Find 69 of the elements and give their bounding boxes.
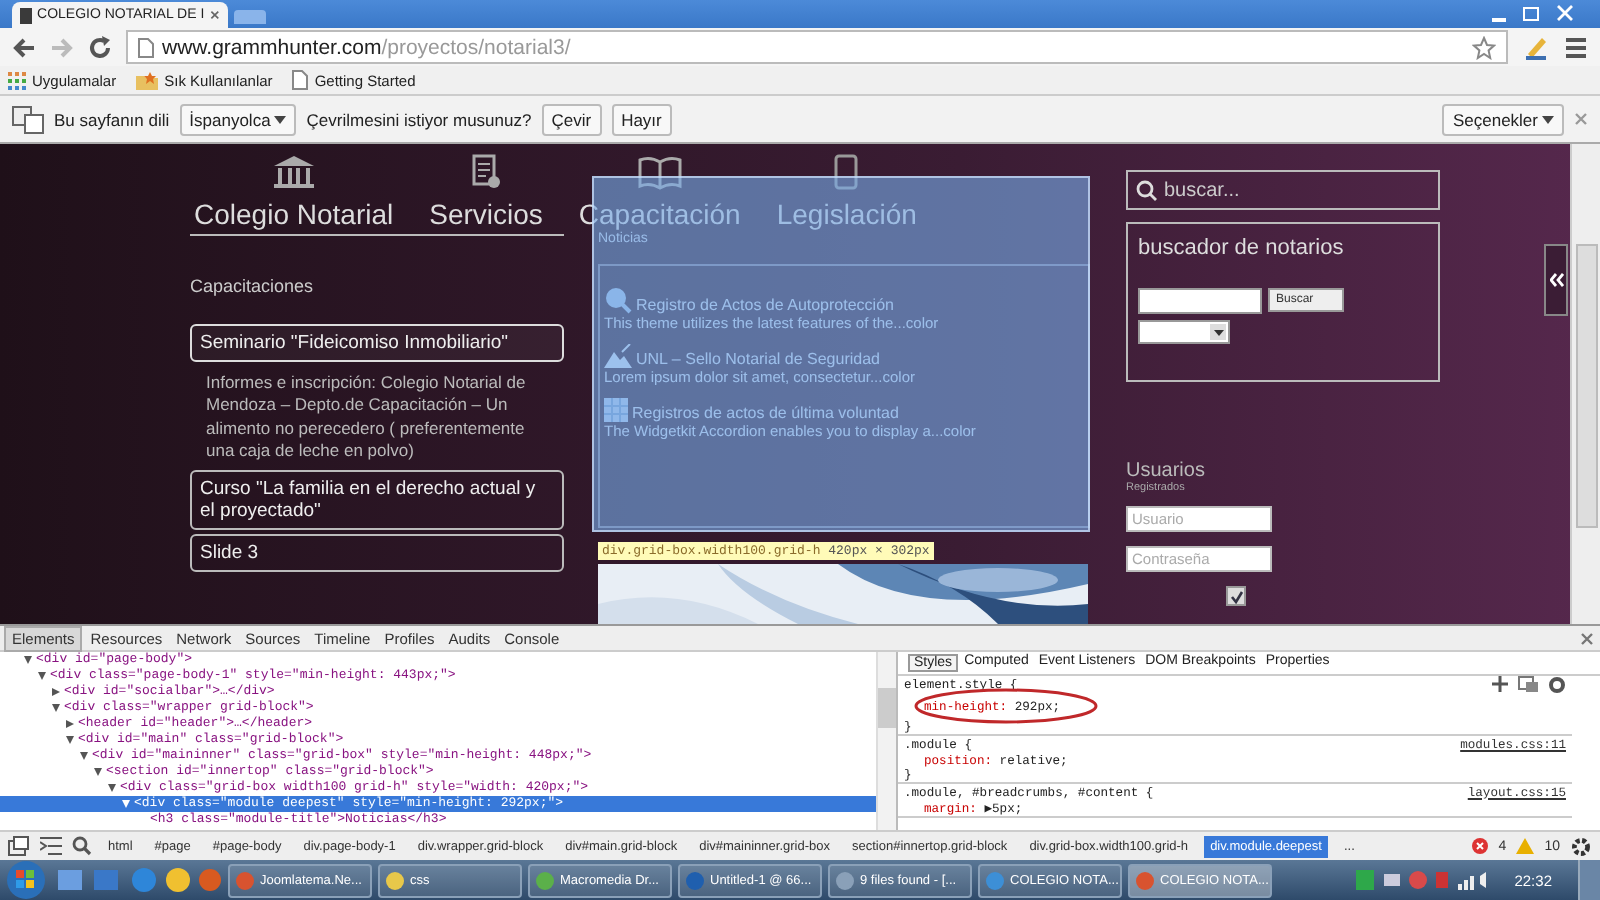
- extension-icon[interactable]: [1522, 33, 1550, 61]
- collapse-tab[interactable]: [1544, 244, 1568, 316]
- start-button[interactable]: [4, 860, 48, 900]
- sidebar-title: Capacitaciones: [190, 276, 316, 296]
- finder-title: buscador de notarios: [1138, 236, 1346, 260]
- add-icon[interactable]: [1492, 676, 1508, 692]
- building-icon: [271, 154, 316, 190]
- settings-icon[interactable]: [1570, 835, 1592, 857]
- scrollbar[interactable]: [1570, 144, 1600, 624]
- apps-grid-icon: [8, 71, 26, 89]
- select-dropdown[interactable]: [1138, 320, 1230, 344]
- translate-button[interactable]: Çevir: [541, 103, 602, 135]
- translate-button[interactable]: Hayır: [611, 103, 672, 135]
- star-icon[interactable]: [1472, 35, 1496, 59]
- console-drawer-icon[interactable]: [40, 836, 62, 856]
- nav-link[interactable]: Colegio Notarial: [194, 144, 394, 230]
- book-icon: [637, 154, 682, 190]
- app-icon: [386, 871, 404, 889]
- accordion-item[interactable]: Seminario "Fideicomiso Inmobiliario": [190, 324, 564, 362]
- grid-icon: [604, 398, 628, 422]
- app-icon: [1136, 871, 1154, 889]
- dock-icon[interactable]: [8, 836, 30, 856]
- remember-checkbox[interactable]: [1226, 586, 1246, 606]
- folder-star-icon: [136, 71, 159, 89]
- url-text: www.grammhunter.com/proyectos/notarial3/: [162, 35, 571, 59]
- error-icon: [1472, 838, 1489, 854]
- caret-icon: [274, 115, 287, 123]
- app-icon: [686, 871, 704, 889]
- name-input[interactable]: [1138, 288, 1262, 314]
- address-bar[interactable]: www.grammhunter.com/proyectos/notarial3/: [126, 30, 1508, 64]
- language-dropdown[interactable]: İspanyolca: [179, 103, 297, 135]
- accordion-item[interactable]: Curso "La familia en el derecho actual y el proyectado": [190, 469, 564, 530]
- page-icon: [138, 37, 154, 57]
- page-icon: [292, 70, 309, 90]
- magnifier-icon: [604, 286, 632, 314]
- login-title: Usuarios: [1126, 460, 1207, 482]
- translate-question: Çevrilmesini istiyor musunuz?: [306, 109, 532, 129]
- scrollbar[interactable]: [876, 652, 896, 830]
- toggle-icon[interactable]: [1518, 676, 1538, 692]
- search-icon[interactable]: [72, 836, 92, 856]
- close-icon[interactable]: [210, 8, 220, 22]
- caret-icon: [1542, 115, 1554, 123]
- search-field[interactable]: buscar...: [1126, 170, 1440, 210]
- app-icon: [836, 871, 854, 889]
- phone-icon: [834, 154, 859, 190]
- close-icon[interactable]: [1580, 631, 1594, 645]
- accordion-item[interactable]: Slide 3: [190, 533, 564, 572]
- app-icon: [236, 871, 254, 889]
- settings-icon[interactable]: [1548, 675, 1566, 693]
- caret-icon: [1213, 329, 1223, 335]
- document-icon: [468, 154, 504, 190]
- translate-icon: [12, 105, 44, 133]
- double-chevron-icon: [1549, 272, 1563, 288]
- back-icon[interactable]: [12, 35, 36, 59]
- close-icon[interactable]: [1574, 112, 1588, 126]
- accordion-text: Informes e inscripción: Colegio Notarial de Mendoza – Depto.de Capacitación – Un alimento no perecedero ( preferentemente una caja de leche en polvo): [204, 370, 528, 465]
- site-favicon-icon: [20, 7, 32, 23]
- quick-launch-drawing[interactable]: [54, 866, 222, 894]
- search-icon: [1136, 180, 1158, 202]
- tray-icons-drawing[interactable]: [1356, 868, 1489, 892]
- warning-icon: [1516, 838, 1535, 854]
- mountain-icon: [604, 344, 632, 368]
- app-icon: [536, 871, 554, 889]
- translate-prompt: Bu sayfanın dili: [54, 109, 170, 129]
- app-icon: [986, 871, 1004, 889]
- menu-icon[interactable]: [1564, 35, 1588, 59]
- nav-link[interactable]: Servicios: [429, 144, 543, 230]
- reload-icon[interactable]: [88, 35, 112, 59]
- options-dropdown[interactable]: Seçenekler: [1442, 103, 1564, 135]
